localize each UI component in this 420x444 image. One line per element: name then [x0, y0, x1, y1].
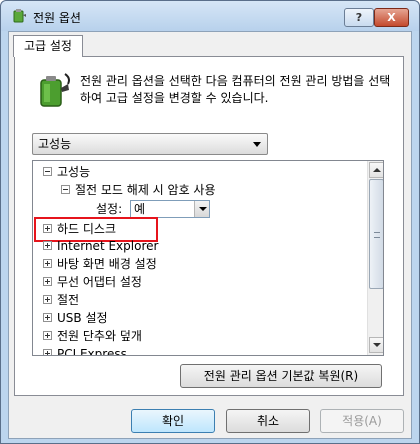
collapse-icon[interactable]: [43, 167, 52, 176]
apply-button[interactable]: 적용(A): [320, 409, 404, 433]
title-bar[interactable]: 전원 옵션 ? X: [1, 1, 419, 31]
close-button[interactable]: X: [374, 8, 409, 27]
collapse-icon[interactable]: [61, 185, 70, 194]
expand-icon[interactable]: [43, 277, 52, 286]
tab-advanced-settings[interactable]: 고급 설정: [13, 35, 83, 57]
grip-icon: [374, 232, 380, 238]
expand-icon[interactable]: [43, 224, 52, 233]
setting-value-select[interactable]: 예: [130, 200, 210, 218]
expand-icon[interactable]: [43, 331, 52, 340]
power-plan-select[interactable]: 고성능: [32, 133, 268, 155]
power-plan-value: 고성능: [38, 137, 72, 151]
setting-value: 예: [134, 202, 146, 216]
expand-icon[interactable]: [43, 349, 52, 355]
scroll-down-icon[interactable]: [369, 337, 383, 353]
battery-plug-icon: [40, 73, 70, 107]
cancel-button[interactable]: 취소: [226, 409, 310, 433]
vertical-scrollbar[interactable]: [367, 161, 383, 355]
expand-icon[interactable]: [43, 259, 52, 268]
window-title: 전원 옵션: [33, 11, 81, 25]
setting-label: 설정:: [96, 202, 123, 216]
power-options-icon: [13, 9, 26, 23]
help-button[interactable]: ?: [344, 8, 374, 27]
restore-defaults-button[interactable]: 전원 관리 옵션 기본값 복원(R): [180, 364, 382, 388]
chevron-down-icon: [253, 142, 261, 147]
chevron-down-icon: [194, 201, 209, 217]
scroll-up-icon[interactable]: [369, 162, 383, 178]
settings-tree[interactable]: 고성능 절전 모드 해제 시 암호 사용 설정: 예 하드 디스크 Intern…: [32, 160, 384, 356]
expand-icon[interactable]: [43, 295, 52, 304]
description-text: 전원 관리 옵션을 선택한 다음 컴퓨터의 전원 관리 방법을 선택하여 고급 …: [80, 74, 391, 105]
expand-icon[interactable]: [43, 313, 52, 322]
ok-button[interactable]: 확인: [131, 409, 215, 433]
expand-icon[interactable]: [43, 241, 52, 250]
scroll-thumb[interactable]: [369, 179, 383, 289]
